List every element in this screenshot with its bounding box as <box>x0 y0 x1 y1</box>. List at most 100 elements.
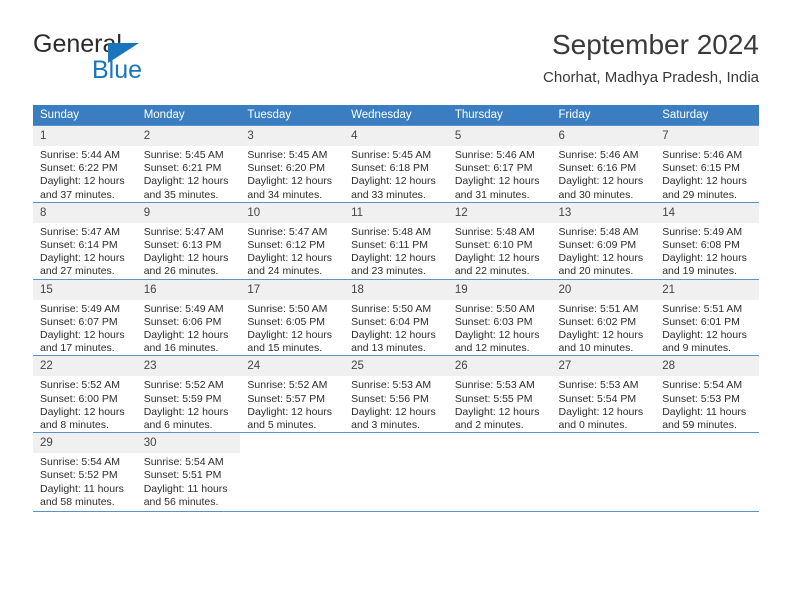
weekday-header-saturday: Saturday <box>655 105 759 126</box>
daylight-line-1: Daylight: 12 hours <box>454 329 540 342</box>
day-cell[interactable]: 2 Sunrise: 5:45 AM Sunset: 6:21 PM Daylight… <box>136 126 241 202</box>
day-number: 18 <box>344 279 448 300</box>
daylight-line-2: and 24 minutes. <box>247 265 323 278</box>
calendar-cell: 1 Sunrise: 5:44 AM Sunset: 6:22 PM Daylight… <box>33 125 137 203</box>
day-cell[interactable]: 9 Sunrise: 5:47 AM Sunset: 6:13 PM Daylight… <box>136 202 241 279</box>
daylight-line-2: and 9 minutes. <box>662 342 732 355</box>
day-number: 2 <box>136 126 241 146</box>
day-cell[interactable]: 24 Sunrise: 5:52 AM Sunset: 5:57 PM Dayligh… <box>240 356 345 432</box>
day-cell[interactable]: 30 Sunrise: 5:54 AM Sunset: 5:51 PM Dayligh… <box>136 433 241 511</box>
calendar-cell: 19 Sunrise: 5:50 AM Sunset: 6:03 PM Dayligh… <box>447 278 552 356</box>
day-cell[interactable]: 22 Sunrise: 5:52 AM Sunset: 6:00 PM Dayligh… <box>33 356 137 432</box>
day-cell[interactable]: 25 Sunrise: 5:53 AM Sunset: 5:56 PM Dayligh… <box>344 356 448 432</box>
day-number: 8 <box>33 202 137 223</box>
day-cell-empty <box>552 433 656 511</box>
sunrise-line: Sunrise: 5:52 AM <box>40 379 120 392</box>
sunrise-line: Sunrise: 5:47 AM <box>143 225 224 238</box>
calendar-cell: 13 Sunrise: 5:48 AM Sunset: 6:09 PM Dayligh… <box>551 201 656 280</box>
calendar-week-row: 22 Sunrise: 5:52 AM Sunset: 6:00 PM Dayligh… <box>33 355 759 433</box>
day-number: 12 <box>447 202 552 223</box>
sunset-line: Sunset: 6:01 PM <box>662 315 740 328</box>
daylight-line-1: Daylight: 12 hours <box>662 252 747 265</box>
brand-logo[interactable]: General Blue <box>33 30 293 90</box>
sunset-line: Sunset: 6:11 PM <box>351 239 428 252</box>
day-number: 7 <box>655 126 759 146</box>
sunset-line: Sunset: 6:07 PM <box>40 315 118 328</box>
sunset-line: Sunset: 6:13 PM <box>143 239 222 252</box>
day-number: 15 <box>33 279 137 300</box>
sunrise-line: Sunrise: 5:45 AM <box>247 149 328 161</box>
brand-name-blue: Blue <box>92 56 143 84</box>
day-cell[interactable]: 7 Sunrise: 5:46 AM Sunset: 6:15 PM Daylight… <box>655 126 759 202</box>
calendar-cell: 14 Sunrise: 5:49 AM Sunset: 6:08 PM Dayligh… <box>655 201 759 280</box>
day-number <box>344 433 448 453</box>
day-cell[interactable]: 26 Sunrise: 5:53 AM Sunset: 5:55 PM Dayligh… <box>447 356 552 432</box>
day-details: Sunrise: 5:52 AM Sunset: 6:00 PM Daylight:… <box>33 376 137 432</box>
calendar-cell: 12 Sunrise: 5:48 AM Sunset: 6:10 PM Dayligh… <box>447 201 552 280</box>
day-cell[interactable]: 13 Sunrise: 5:48 AM Sunset: 6:09 PM Dayligh… <box>551 202 656 279</box>
sunrise-line: Sunrise: 5:48 AM <box>454 225 535 238</box>
day-cell[interactable]: 29 Sunrise: 5:54 AM Sunset: 5:52 PM Dayligh… <box>33 433 137 511</box>
sunrise-line: Sunrise: 5:44 AM <box>40 149 120 161</box>
day-cell[interactable]: 23 Sunrise: 5:52 AM Sunset: 5:59 PM Dayligh… <box>136 356 241 432</box>
calendar-cell: 8 Sunrise: 5:47 AM Sunset: 6:14 PM Daylight… <box>33 201 137 280</box>
calendar-grid: Sunday Monday Tuesday Wednesday Thursday… <box>33 105 759 513</box>
day-details: Sunrise: 5:50 AM Sunset: 6:03 PM Daylight:… <box>448 300 552 356</box>
day-cell[interactable]: 1 Sunrise: 5:44 AM Sunset: 6:22 PM Daylight… <box>33 126 137 202</box>
daylight-line-1: Daylight: 12 hours <box>454 175 540 188</box>
day-number: 24 <box>240 356 345 377</box>
day-details: Sunrise: 5:54 AM Sunset: 5:52 PM Daylight:… <box>33 453 137 509</box>
calendar-body: 1 Sunrise: 5:44 AM Sunset: 6:22 PM Daylight… <box>33 125 759 513</box>
day-cell[interactable]: 11 Sunrise: 5:48 AM Sunset: 6:11 PM Dayligh… <box>344 202 448 279</box>
daylight-line-2: and 15 minutes. <box>247 342 323 355</box>
sunrise-line: Sunrise: 5:45 AM <box>143 149 224 161</box>
sunset-line: Sunset: 6:21 PM <box>143 162 222 175</box>
day-cell[interactable]: 18 Sunrise: 5:50 AM Sunset: 6:04 PM Dayligh… <box>344 279 448 356</box>
day-cell[interactable]: 5 Sunrise: 5:46 AM Sunset: 6:17 PM Daylight… <box>447 126 552 202</box>
day-cell[interactable]: 8 Sunrise: 5:47 AM Sunset: 6:14 PM Daylight… <box>33 202 137 279</box>
daylight-line-1: Daylight: 12 hours <box>247 405 333 418</box>
sunrise-line: Sunrise: 5:46 AM <box>454 149 535 161</box>
daylight-line-2: and 37 minutes. <box>40 188 115 201</box>
day-cell[interactable]: 4 Sunrise: 5:45 AM Sunset: 6:18 PM Daylight… <box>344 126 448 202</box>
day-cell[interactable]: 15 Sunrise: 5:49 AM Sunset: 6:07 PM Dayligh… <box>33 279 137 356</box>
day-number: 4 <box>344 126 448 146</box>
day-details: Sunrise: 5:45 AM Sunset: 6:18 PM Daylight:… <box>344 146 448 202</box>
day-cell[interactable]: 21 Sunrise: 5:51 AM Sunset: 6:01 PM Dayligh… <box>655 279 759 356</box>
calendar-cell: 15 Sunrise: 5:49 AM Sunset: 6:07 PM Dayligh… <box>33 278 137 356</box>
daylight-line-2: and 5 minutes. <box>247 419 317 432</box>
title-block: September 2024 Chorhat, Madhya Pradesh, … <box>543 28 759 89</box>
sunset-line: Sunset: 5:54 PM <box>558 392 637 405</box>
day-cell[interactable]: 17 Sunrise: 5:50 AM Sunset: 6:05 PM Dayligh… <box>240 279 345 356</box>
day-details: Sunrise: 5:45 AM Sunset: 6:21 PM Daylight:… <box>137 146 241 202</box>
day-cell[interactable]: 27 Sunrise: 5:53 AM Sunset: 5:54 PM Dayligh… <box>551 356 656 432</box>
daylight-line-1: Daylight: 11 hours <box>662 405 747 418</box>
sunset-line: Sunset: 6:03 PM <box>454 315 533 328</box>
day-cell[interactable]: 19 Sunrise: 5:50 AM Sunset: 6:03 PM Dayligh… <box>447 279 552 356</box>
day-details: Sunrise: 5:45 AM Sunset: 6:20 PM Daylight:… <box>240 146 344 202</box>
sunrise-line: Sunrise: 5:53 AM <box>351 379 432 392</box>
day-cell[interactable]: 20 Sunrise: 5:51 AM Sunset: 6:02 PM Dayligh… <box>551 279 656 356</box>
page-header: General Blue September 2024 Chorhat, Mad… <box>33 28 759 98</box>
calendar-cell: 18 Sunrise: 5:50 AM Sunset: 6:04 PM Dayligh… <box>344 278 448 356</box>
day-number: 3 <box>240 126 345 146</box>
day-number: 9 <box>136 202 241 223</box>
day-number: 26 <box>447 356 552 377</box>
calendar-cell: 11 Sunrise: 5:48 AM Sunset: 6:11 PM Dayligh… <box>344 201 448 280</box>
daylight-line-2: and 12 minutes. <box>454 342 530 355</box>
daylight-line-1: Daylight: 11 hours <box>143 482 228 495</box>
day-cell[interactable]: 12 Sunrise: 5:48 AM Sunset: 6:10 PM Dayligh… <box>447 202 552 279</box>
day-cell[interactable]: 14 Sunrise: 5:49 AM Sunset: 6:08 PM Dayligh… <box>655 202 759 279</box>
calendar-cell: 28 Sunrise: 5:54 AM Sunset: 5:53 PM Dayligh… <box>655 355 759 433</box>
day-cell[interactable]: 3 Sunrise: 5:45 AM Sunset: 6:20 PM Daylight… <box>240 126 345 202</box>
day-cell[interactable]: 10 Sunrise: 5:47 AM Sunset: 6:12 PM Dayligh… <box>240 202 345 279</box>
sunset-line: Sunset: 6:20 PM <box>247 162 326 175</box>
day-cell[interactable]: 16 Sunrise: 5:49 AM Sunset: 6:06 PM Dayligh… <box>136 279 241 356</box>
sunrise-line: Sunrise: 5:50 AM <box>247 302 328 315</box>
day-cell[interactable]: 6 Sunrise: 5:46 AM Sunset: 6:16 PM Daylight… <box>551 126 656 202</box>
day-cell-empty <box>655 433 759 511</box>
day-cell[interactable]: 28 Sunrise: 5:54 AM Sunset: 5:53 PM Dayligh… <box>655 356 759 432</box>
sunset-line: Sunset: 6:17 PM <box>454 162 533 175</box>
day-number: 22 <box>33 356 137 377</box>
daylight-line-2: and 6 minutes. <box>143 419 213 432</box>
